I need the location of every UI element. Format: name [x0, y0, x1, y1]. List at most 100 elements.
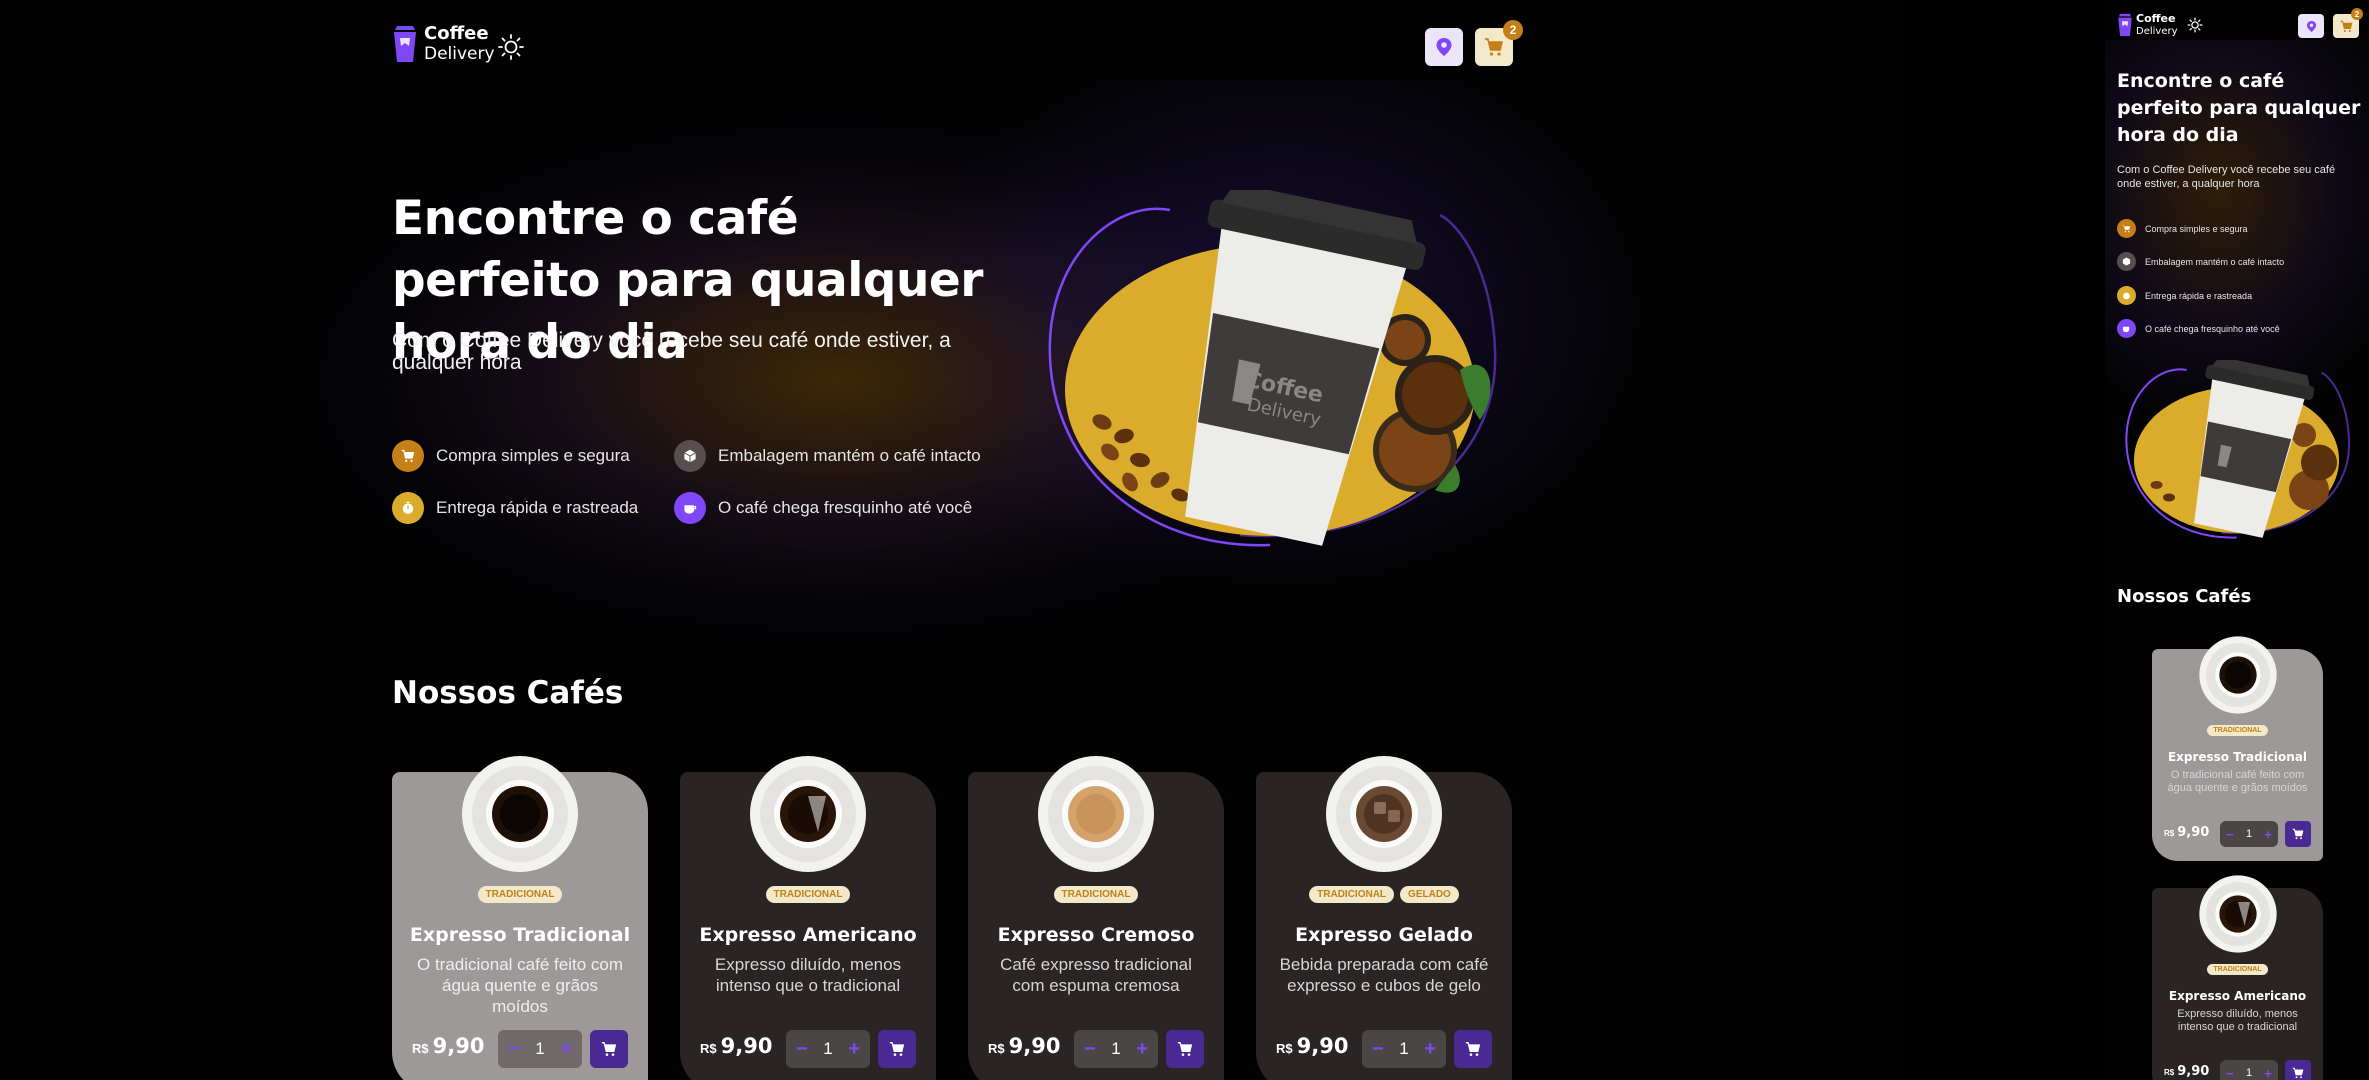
quantity-value: 1 — [535, 1039, 545, 1058]
price: R$ 9,90 — [412, 1034, 484, 1058]
price: R$ 9,90 — [2164, 1064, 2209, 1079]
coffee-description: Bebida preparada com café expresso e cub… — [1279, 955, 1489, 995]
coffee-card[interactable]: TRADICIONAL Expresso Cremoso Café expresso… — [968, 756, 1224, 1080]
feature-item-timer: Entrega rápida e rastreada — [392, 492, 638, 524]
card-footer: R$ 9,90 −1 + — [2164, 1060, 2311, 1080]
tag-badge: TRADICIONAL — [477, 886, 563, 903]
feature-item-coffee: O café chega fresquinho até você — [2117, 319, 2280, 338]
add-to-cart-button[interactable] — [2285, 1060, 2311, 1080]
cart-icon — [2117, 219, 2136, 238]
location-button[interactable] — [1425, 28, 1463, 66]
sun-icon[interactable] — [497, 33, 525, 61]
coffee-cup-image — [1324, 754, 1444, 874]
shopping-cart-icon — [1485, 38, 1503, 56]
card-footer: R$ 9,90−1 + — [988, 1030, 1204, 1068]
coffee-cup-image — [2198, 635, 2278, 715]
coffee-card[interactable]: TRADICIONAL Expresso Americano Expresso di… — [2152, 875, 2323, 1080]
coffee-description: Expresso diluído, menos intenso que o tr… — [714, 955, 902, 995]
timer-icon — [392, 492, 424, 524]
coffee-name: Expresso Americano — [2168, 989, 2307, 1003]
desktop-view: Coffee Delivery 2 Encontre o café perfei… — [0, 0, 1905, 1080]
currency: R$ — [988, 1041, 1005, 1056]
coffee-description: Café expresso tradicional com espuma cre… — [1000, 955, 1192, 995]
map-pin-icon — [2306, 20, 2316, 32]
quantity-stepper: −1 + — [1362, 1030, 1446, 1068]
hero-coffee-cup-image — [2125, 360, 2351, 539]
shopping-cart-icon — [2292, 828, 2304, 840]
minus-icon[interactable]: − — [2226, 827, 2234, 842]
feature-label: Entrega rápida e rastreada — [2145, 290, 2253, 301]
add-to-cart-button[interactable] — [590, 1030, 628, 1068]
logo-text: Coffee Delivery — [424, 23, 495, 65]
shopping-cart-icon — [1177, 1041, 1193, 1056]
add-to-cart-button[interactable] — [2285, 821, 2311, 847]
tag-list: TRADICIONAL GELADO — [1256, 886, 1512, 903]
feature-label: O café chega fresquinho até você — [2145, 323, 2280, 334]
tag-badge: TRADICIONAL — [765, 886, 851, 903]
minus-icon[interactable]: − — [2226, 1066, 2234, 1080]
shopping-cart-icon — [889, 1041, 905, 1056]
coffee-card[interactable]: TRADICIONAL GELADO Expresso Gelado Bebida p… — [1256, 756, 1512, 1080]
coffee-card[interactable]: TRADICIONAL Expresso Tradicional O tradici… — [2152, 636, 2323, 861]
plus-icon[interactable]: + — [848, 1038, 860, 1061]
feature-item-cart: Compra simples e segura — [392, 440, 630, 472]
catalog-title: Nossos Cafés — [392, 675, 624, 711]
sun-icon[interactable] — [2187, 17, 2203, 33]
currency: R$ — [412, 1041, 429, 1056]
feature-item-coffee: O café chega fresquinho até você — [674, 492, 972, 524]
coffee-cup-image — [748, 754, 868, 874]
shopping-cart-icon — [601, 1041, 617, 1056]
tag-badge: GELADO — [1400, 886, 1459, 903]
location-button[interactable] — [2298, 14, 2324, 38]
tag-badge: TRADICIONAL — [1053, 886, 1139, 903]
logo-text-line2: Delivery — [424, 44, 495, 64]
currency: R$ — [700, 1041, 717, 1056]
coffee-cup-logo-icon — [394, 26, 416, 62]
currency: R$ — [1276, 1041, 1293, 1056]
feature-label: O café chega fresquinho até você — [718, 498, 973, 517]
tag-list: TRADICIONAL — [392, 886, 648, 903]
plus-icon[interactable]: + — [1136, 1038, 1148, 1061]
add-to-cart-button[interactable] — [878, 1030, 916, 1068]
minus-icon[interactable]: − — [1372, 1038, 1384, 1061]
plus-icon[interactable]: + — [1424, 1038, 1436, 1061]
minus-icon[interactable]: − — [1084, 1038, 1096, 1061]
hero-subtitle: Com o Coffee Delivery você recebe seu ca… — [2117, 164, 2336, 190]
logo-text-line1: Coffee — [2136, 12, 2176, 25]
logo-text: Coffee Delivery — [2136, 12, 2178, 38]
feature-item-package: Embalagem mantém o café intacto — [674, 440, 981, 472]
add-to-cart-button[interactable] — [1454, 1030, 1492, 1068]
coffee-card[interactable]: TRADICIONAL Expresso Americano Expresso di… — [680, 756, 936, 1080]
logo[interactable]: Coffee Delivery — [392, 24, 495, 64]
package-icon — [674, 440, 706, 472]
quantity-value: 1 — [2245, 1067, 2253, 1079]
plus-icon[interactable]: + — [2264, 827, 2272, 842]
hero-coffee-cup-image: Coffee Delivery — [1048, 190, 1497, 547]
minus-icon[interactable]: − — [508, 1038, 520, 1061]
coffee-name: Expresso Tradicional — [409, 924, 631, 946]
package-icon — [2117, 252, 2136, 271]
price: R$ 9,90 — [988, 1034, 1060, 1058]
logo-text-line1: Coffee — [424, 23, 489, 44]
coffee-name: Expresso Americano — [699, 924, 917, 946]
price-value: 9,90 — [2177, 825, 2210, 840]
tag-badge: TRADICIONAL — [2207, 725, 2268, 736]
coffee-card[interactable]: TRADICIONAL Expresso Tradicional O tradici… — [392, 756, 648, 1080]
add-to-cart-button[interactable] — [1166, 1030, 1204, 1068]
card-footer: R$ 9,90 −1 + — [2164, 821, 2311, 847]
feature-item-cart: Compra simples e segura — [2117, 219, 2248, 238]
coffee-icon — [2117, 319, 2136, 338]
tag-list: TRADICIONAL — [2152, 725, 2323, 736]
plus-icon[interactable]: + — [560, 1038, 572, 1061]
shopping-cart-icon — [1465, 1041, 1481, 1056]
coffee-cup-image — [2198, 874, 2278, 954]
plus-icon[interactable]: + — [2264, 1066, 2272, 1080]
minus-icon[interactable]: − — [796, 1038, 808, 1061]
quantity-stepper: −1 + — [786, 1030, 870, 1068]
price: R$ 9,90 — [700, 1034, 772, 1058]
logo[interactable]: Coffee Delivery — [2117, 12, 2178, 38]
screen: Coffee Delivery 2 Encontre o café perfei… — [0, 0, 2369, 1080]
quantity-value: 1 — [2245, 828, 2253, 840]
price: R$ 9,90 — [2164, 825, 2209, 840]
map-pin-icon — [1436, 38, 1452, 56]
